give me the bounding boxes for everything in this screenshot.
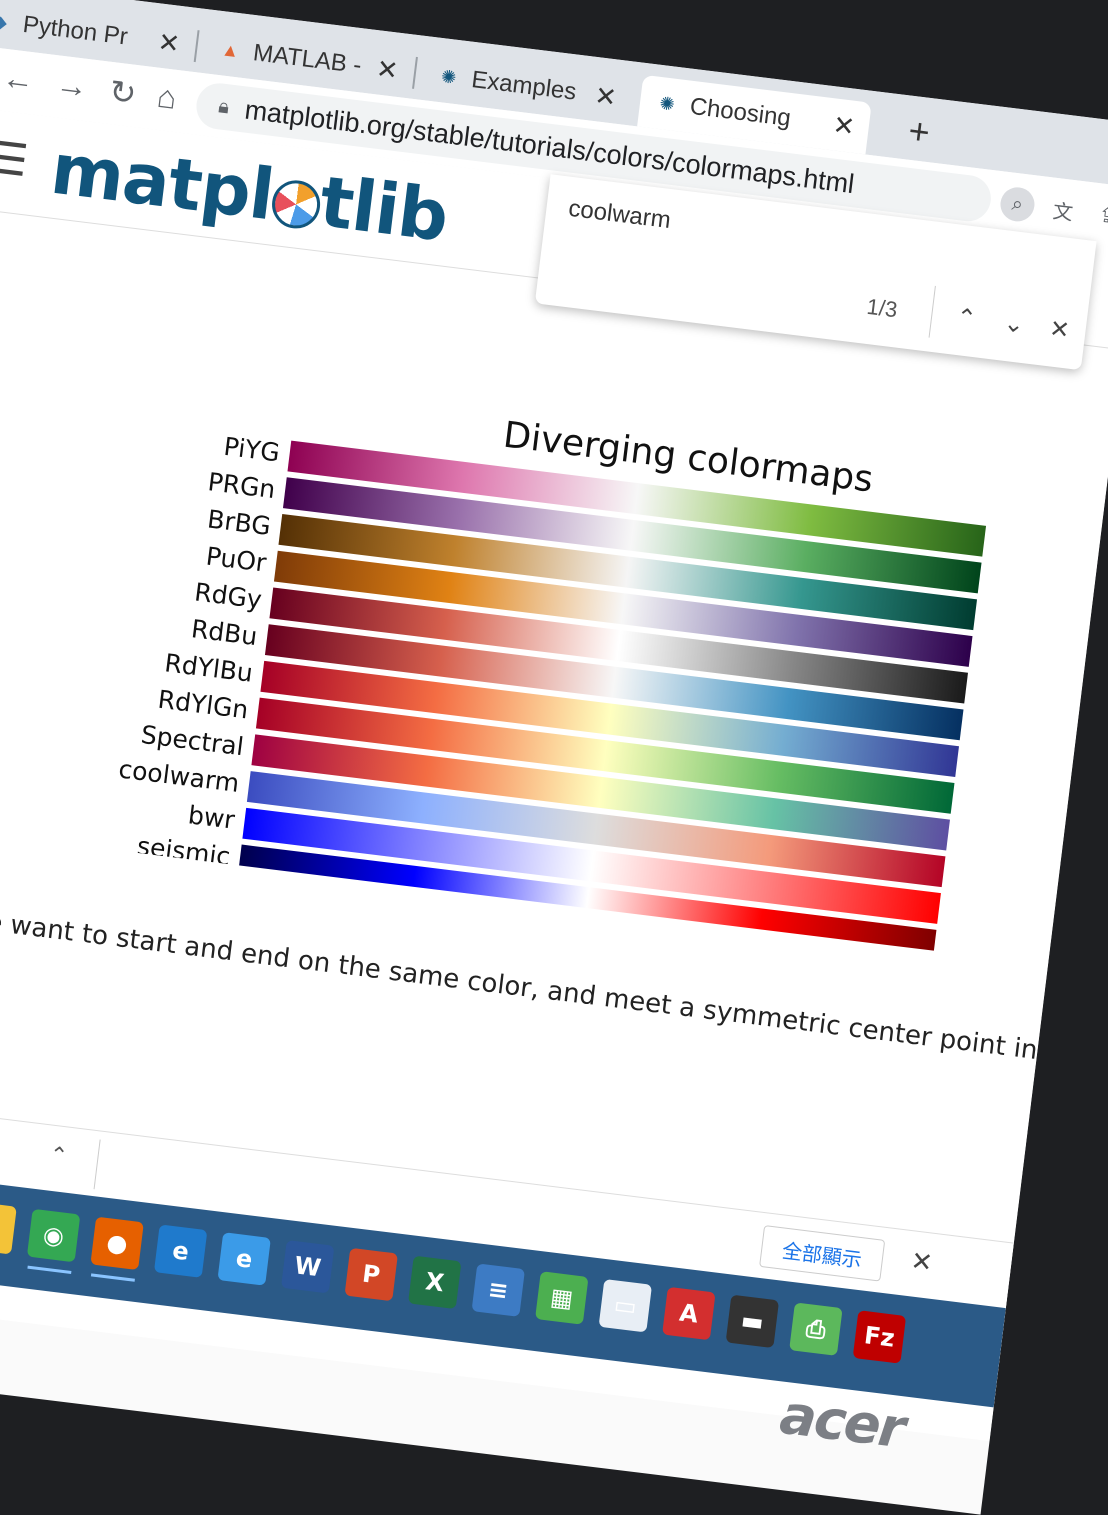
colormap-label-rdbu: RdBu [190, 614, 259, 651]
colormap-label-spectral: Spectral [139, 720, 245, 761]
internet-explorer-icon[interactable]: e [217, 1232, 271, 1286]
powerpoint-icon[interactable]: P [344, 1247, 398, 1302]
colormap-label-rdgy: RdGy [193, 577, 264, 614]
calc-icon[interactable]: ▦ [535, 1271, 589, 1325]
colormap-label-brbg: BrBG [206, 504, 273, 541]
colormap-label-piyg: PiYG [222, 432, 281, 468]
colormap-label-coolwarm: coolwarm [117, 754, 241, 798]
tab-label: MATLAB - [251, 39, 364, 80]
close-icon[interactable]: ✕ [375, 53, 400, 86]
logo-text-left: matpl [46, 127, 278, 237]
edge-icon[interactable]: e [153, 1224, 208, 1278]
colormap-figure: PiYG PRGn BrBG PuOr RdGy RdBu RdYlBu RdYlGn Spec… [90, 371, 1002, 952]
find-close-icon[interactable]: ✕ [1048, 314, 1071, 345]
close-icon[interactable]: ✕ [909, 1245, 934, 1278]
matplotlib-icon: ✺ [658, 92, 676, 115]
publisher-icon[interactable]: ≡ [471, 1263, 526, 1317]
forward-icon[interactable]: → [54, 65, 90, 106]
colormap-label-seismic: seismic [136, 831, 232, 871]
excel-icon[interactable]: X [408, 1255, 462, 1310]
impress-icon[interactable]: ▭ [598, 1278, 653, 1333]
find-next-icon[interactable]: ⌄ [1002, 309, 1025, 340]
tab-label: Python Pr [21, 10, 130, 51]
new-tab-button[interactable]: + [906, 110, 932, 154]
filezilla-icon[interactable]: Fz [852, 1310, 907, 1364]
firefox-icon[interactable]: ● [90, 1216, 144, 1271]
colormap-label-rdylbu: RdYlBu [163, 648, 254, 688]
python-icon: ◆ [0, 10, 9, 33]
reload-icon[interactable]: ↻ [107, 72, 138, 113]
find-match-count: 1/3 [865, 293, 899, 323]
file-explorer-icon[interactable]: ▬ [0, 1201, 17, 1255]
find-previous-icon[interactable]: ⌃ [954, 303, 978, 334]
share-icon[interactable]: ⇪ [1088, 196, 1108, 234]
matplotlib-icon: ✺ [440, 65, 458, 88]
find-input[interactable]: coolwarm [567, 195, 672, 235]
printer-icon[interactable]: ⎙ [789, 1302, 843, 1356]
terminal-icon[interactable]: ▬ [725, 1294, 780, 1349]
colormap-label-puor: PuOr [204, 541, 268, 577]
back-icon[interactable]: ← [0, 59, 36, 100]
close-icon[interactable]: ✕ [593, 80, 618, 113]
close-icon[interactable]: ✕ [831, 109, 856, 142]
chevron-up-icon[interactable]: ⌃ [48, 1142, 69, 1170]
browser-window: ◆ Python Pr ✕ ▲ MATLAB - ✕ ✺ Examples ✕ … [0, 0, 1108, 1515]
colormap-label-bwr: bwr [187, 800, 237, 835]
acrobat-icon[interactable]: A [662, 1286, 716, 1341]
lock-icon: 🔒︎ [217, 94, 231, 118]
logo-wheel-icon [269, 177, 323, 232]
colormap-label-prgn: PRGn [206, 467, 277, 504]
colormap-label-rdylgn: RdYlGn [156, 685, 250, 725]
tab-label: Choosing [688, 92, 793, 132]
find-separator [928, 285, 936, 338]
page-content: ☰ matpl tlib coolwarm 1/3 ⌃ ⌄ ✕ PiYG PRGn B… [0, 105, 1108, 1442]
translate-icon[interactable]: 文 [1044, 191, 1082, 229]
shelf-separator [93, 1139, 101, 1190]
home-icon[interactable]: ⌂ [155, 78, 179, 117]
show-all-button[interactable]: 全部顯示 [759, 1225, 886, 1282]
tab-label: Examples [469, 65, 578, 106]
find-icon[interactable]: ⌕ [998, 185, 1037, 224]
chrome-icon[interactable]: ◉ [26, 1208, 81, 1263]
menu-icon[interactable]: ☰ [0, 132, 31, 187]
word-icon[interactable]: W [280, 1240, 335, 1294]
logo-text-right: tlib [315, 160, 452, 258]
matlab-icon: ▲ [220, 38, 241, 61]
close-icon[interactable]: ✕ [156, 26, 181, 59]
